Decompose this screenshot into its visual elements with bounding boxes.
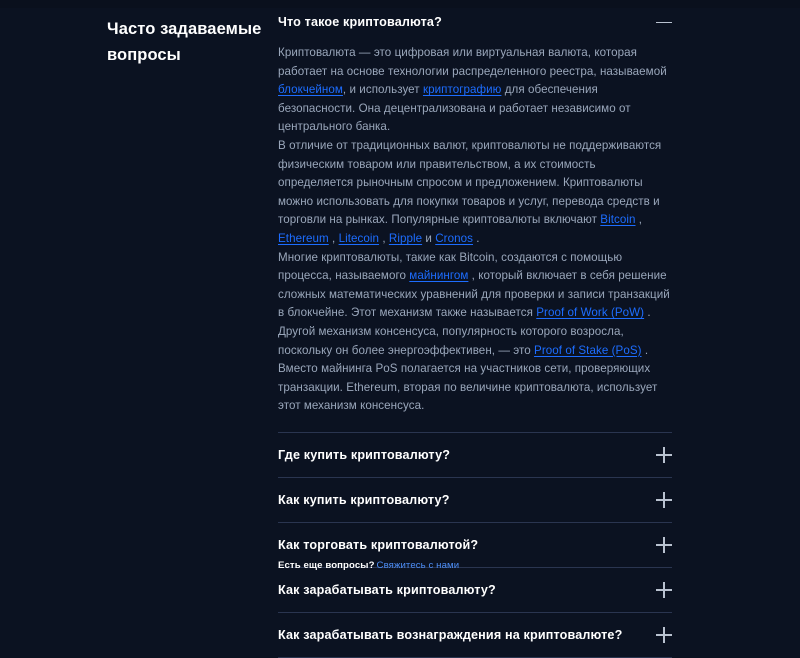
- faq-question-5[interactable]: Как зарабатывать криптовалюту?: [278, 568, 672, 612]
- faq-item: Что такое криптовалюта? Криптовалюта — эт…: [278, 0, 672, 432]
- plus-icon[interactable]: [656, 446, 672, 463]
- faq-item: Как зарабатывать криптовалюту?: [278, 568, 672, 612]
- faq-question-2[interactable]: Где купить криптовалюту?: [278, 433, 672, 477]
- faq-footer: Есть еще вопросы? Свяжитесь с нами: [278, 560, 459, 571]
- inline-link[interactable]: майнингом: [409, 269, 468, 282]
- inline-link[interactable]: Litecoin: [339, 232, 379, 245]
- plus-icon[interactable]: [656, 491, 672, 508]
- inline-link[interactable]: Proof of Work (PoW): [536, 306, 644, 319]
- faq-question-3[interactable]: Как купить криптовалюту?: [278, 478, 672, 522]
- faq-page: Часто задаваемые вопросы Что такое крипт…: [0, 0, 800, 658]
- faq-question-label: Где купить криптовалюту?: [278, 447, 451, 462]
- faq-answer-paragraph: В отличие от традиционных валют, криптов…: [278, 138, 662, 245]
- faq-item: Где купить криптовалюту?: [278, 433, 672, 477]
- plus-icon[interactable]: [656, 536, 672, 553]
- minus-icon[interactable]: [656, 14, 672, 30]
- faq-question-6[interactable]: Как зарабатывать вознаграждения на крипт…: [278, 613, 672, 657]
- inline-link[interactable]: Bitcoin: [600, 213, 635, 226]
- faq-footer-prompt: Есть еще вопросы?: [278, 560, 375, 571]
- faq-question-label: Что такое криптовалюта?: [278, 15, 442, 29]
- inline-link[interactable]: Cronos: [435, 232, 473, 245]
- plus-icon[interactable]: [656, 626, 672, 643]
- faq-question-label: Как зарабатывать криптовалюту?: [278, 582, 496, 597]
- faq-question-label: Как зарабатывать вознаграждения на крипт…: [278, 627, 623, 642]
- inline-link[interactable]: блокчейном: [278, 83, 343, 96]
- faq-item: Как купить криптовалюту?: [278, 478, 672, 522]
- faq-question-1[interactable]: Что такое криптовалюта?: [278, 0, 672, 44]
- faq-answer-paragraph: Многие криптовалюты, такие как Bitcoin, …: [278, 250, 670, 413]
- contact-us-link[interactable]: Свяжитесь с нами: [377, 560, 460, 571]
- inline-link[interactable]: Ethereum: [278, 232, 329, 245]
- faq-answer-paragraph: Криптовалюта — это цифровая или виртуаль…: [278, 46, 667, 134]
- plus-icon[interactable]: [656, 581, 672, 598]
- faq-answer: Криптовалюта — это цифровая или виртуаль…: [278, 44, 672, 432]
- faq-item: Как зарабатывать вознаграждения на крипт…: [278, 613, 672, 657]
- page-title: Часто задаваемые вопросы: [107, 20, 262, 64]
- inline-link[interactable]: Ripple: [389, 232, 422, 245]
- faq-question-label: Как торговать криптовалютой?: [278, 537, 479, 552]
- inline-link[interactable]: криптографию: [423, 83, 501, 96]
- faq-question-label: Как купить криптовалюту?: [278, 492, 450, 507]
- inline-link[interactable]: Proof of Stake (PoS): [534, 344, 642, 357]
